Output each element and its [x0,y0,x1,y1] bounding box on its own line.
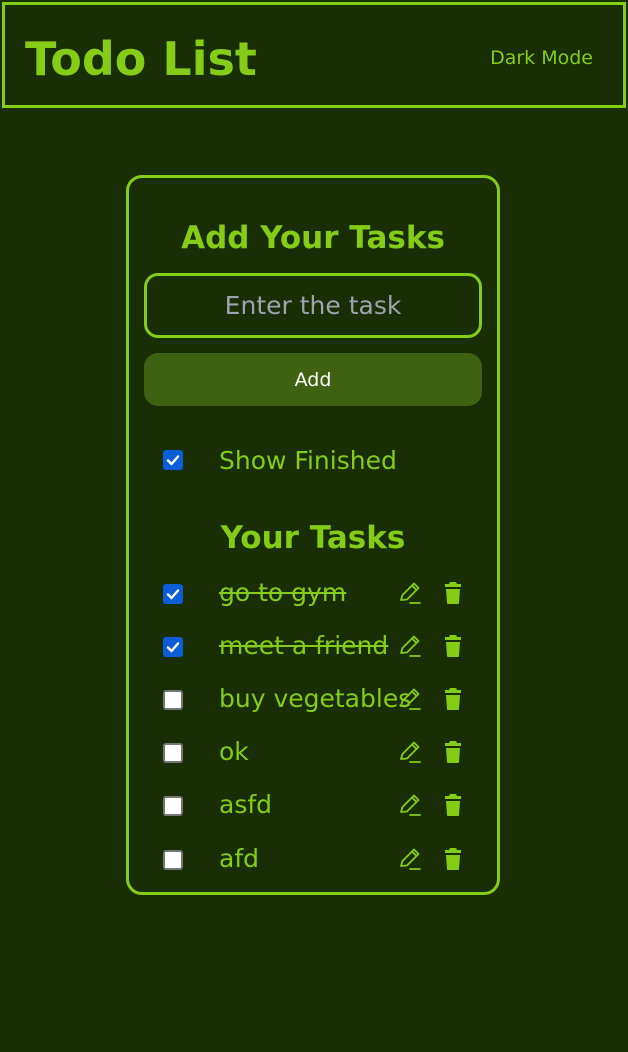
add-tasks-heading: Add Your Tasks [181,220,445,256]
task-text: afd [219,844,259,873]
pencil-icon [400,848,421,870]
edit-button[interactable] [397,792,423,818]
add-button[interactable]: Add [144,353,482,406]
task-input[interactable] [144,273,482,338]
task-row: asfd [129,785,497,825]
app-header: Todo List Dark Mode [2,2,626,108]
trash-icon [445,794,461,816]
task-text: meet a friend [219,631,389,660]
checkmark-icon [166,642,180,653]
edit-button[interactable] [397,633,423,659]
delete-button[interactable] [440,580,466,606]
task-row: meet a friend [129,626,497,666]
delete-button[interactable] [440,686,466,712]
trash-icon [445,635,461,657]
pencil-icon [400,688,421,710]
task-checkbox[interactable] [163,796,183,816]
task-row: ok [129,732,497,772]
delete-button[interactable] [440,739,466,765]
task-text: go to gym [219,578,347,607]
app-title: Todo List [25,32,257,86]
delete-button[interactable] [440,846,466,872]
your-tasks-heading: Your Tasks [220,520,406,556]
checkmark-icon [166,455,180,466]
checkmark-icon [166,589,180,600]
task-row: buy vegetables [129,679,497,719]
task-checkbox[interactable] [163,637,183,657]
edit-button[interactable] [397,739,423,765]
task-row: afd [129,839,497,879]
edit-button[interactable] [397,686,423,712]
edit-button[interactable] [397,846,423,872]
trash-icon [445,688,461,710]
dark-mode-toggle[interactable]: Dark Mode [490,46,593,70]
task-text: ok [219,737,249,766]
delete-button[interactable] [440,633,466,659]
task-checkbox[interactable] [163,743,183,763]
pencil-icon [400,794,421,816]
task-checkbox[interactable] [163,584,183,604]
task-checkbox[interactable] [163,690,183,710]
delete-button[interactable] [440,792,466,818]
trash-icon [445,582,461,604]
pencil-icon [400,635,421,657]
show-finished-label: Show Finished [219,446,397,475]
pencil-icon [400,741,421,763]
trash-icon [445,741,461,763]
task-text: asfd [219,790,273,819]
show-finished-checkbox[interactable] [163,450,183,470]
trash-icon [445,848,461,870]
pencil-icon [400,582,421,604]
todo-card: Add Your Tasks Add Show Finished Your Ta… [126,175,500,895]
task-text: buy vegetables [219,684,412,713]
edit-button[interactable] [397,580,423,606]
task-checkbox[interactable] [163,850,183,870]
task-row: go to gym [129,573,497,613]
